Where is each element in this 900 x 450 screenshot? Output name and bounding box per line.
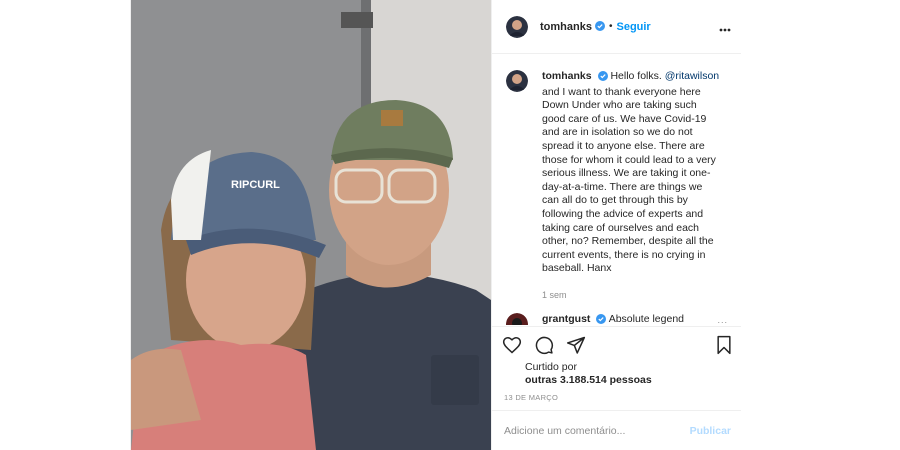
likes-summary[interactable]: Curtido por outras 3.188.514 pessoas bbox=[525, 361, 652, 387]
svg-text:RIPCURL: RIPCURL bbox=[231, 179, 280, 191]
comment-more-icon[interactable]: ... bbox=[717, 315, 728, 325]
verified-badge-icon bbox=[596, 314, 607, 325]
more-horizontal-icon[interactable] bbox=[719, 19, 731, 37]
action-icons bbox=[502, 335, 586, 360]
comment-text: Absolute legend bbox=[608, 313, 684, 325]
post-caption: tomhanks Hello folks. @ritawilson and I … bbox=[506, 70, 732, 303]
comment-username[interactable]: grantgust bbox=[542, 313, 590, 325]
post-photo[interactable]: RIPCURL bbox=[131, 0, 491, 450]
caption-body: tomhanks Hello folks. @ritawilson and I … bbox=[542, 70, 720, 303]
heart-icon[interactable] bbox=[502, 335, 522, 360]
likes-label: Curtido por bbox=[525, 361, 577, 373]
caption-text-start: Hello folks. bbox=[610, 70, 665, 82]
instagram-post: RIPCURL tomhanks • Seguir tomhanks Hello… bbox=[130, 0, 741, 450]
commenter-avatar[interactable] bbox=[506, 313, 528, 325]
comments-area[interactable]: tomhanks Hello folks. @ritawilson and I … bbox=[492, 55, 741, 325]
author-avatar[interactable] bbox=[506, 15, 528, 38]
verified-badge-icon bbox=[597, 71, 608, 86]
separator-dot: • bbox=[608, 21, 613, 32]
follow-button[interactable]: Seguir bbox=[616, 21, 650, 33]
author-username[interactable]: tomhanks bbox=[540, 21, 592, 33]
comment-item: grantgust Absolute legend ... bbox=[506, 313, 732, 325]
verified-badge-icon bbox=[594, 18, 605, 36]
share-icon[interactable] bbox=[566, 335, 586, 360]
comment-input[interactable] bbox=[504, 425, 674, 437]
add-comment-bar: Publicar bbox=[492, 410, 741, 450]
comment-body: grantgust Absolute legend bbox=[542, 313, 684, 325]
caption-avatar[interactable] bbox=[506, 70, 528, 92]
caption-text-rest: and I want to thank everyone here Down U… bbox=[542, 85, 716, 275]
post-header: tomhanks • Seguir bbox=[492, 0, 741, 54]
post-date[interactable]: 13 DE MARÇO bbox=[504, 393, 558, 402]
bookmark-icon[interactable] bbox=[715, 335, 733, 360]
post-side-panel: tomhanks • Seguir tomhanks Hello folks. … bbox=[491, 0, 741, 450]
likes-count[interactable]: outras 3.188.514 pessoas bbox=[525, 374, 652, 387]
publish-button[interactable]: Publicar bbox=[690, 425, 731, 437]
caption-username[interactable]: tomhanks bbox=[542, 70, 592, 82]
comment-icon[interactable] bbox=[534, 335, 554, 360]
caption-timestamp[interactable]: 1 sem bbox=[542, 289, 720, 303]
post-actions: Curtido por outras 3.188.514 pessoas 13 … bbox=[492, 326, 741, 410]
post-photo-illustration: RIPCURL bbox=[131, 0, 491, 450]
caption-mention-link[interactable]: @ritawilson bbox=[665, 70, 719, 82]
